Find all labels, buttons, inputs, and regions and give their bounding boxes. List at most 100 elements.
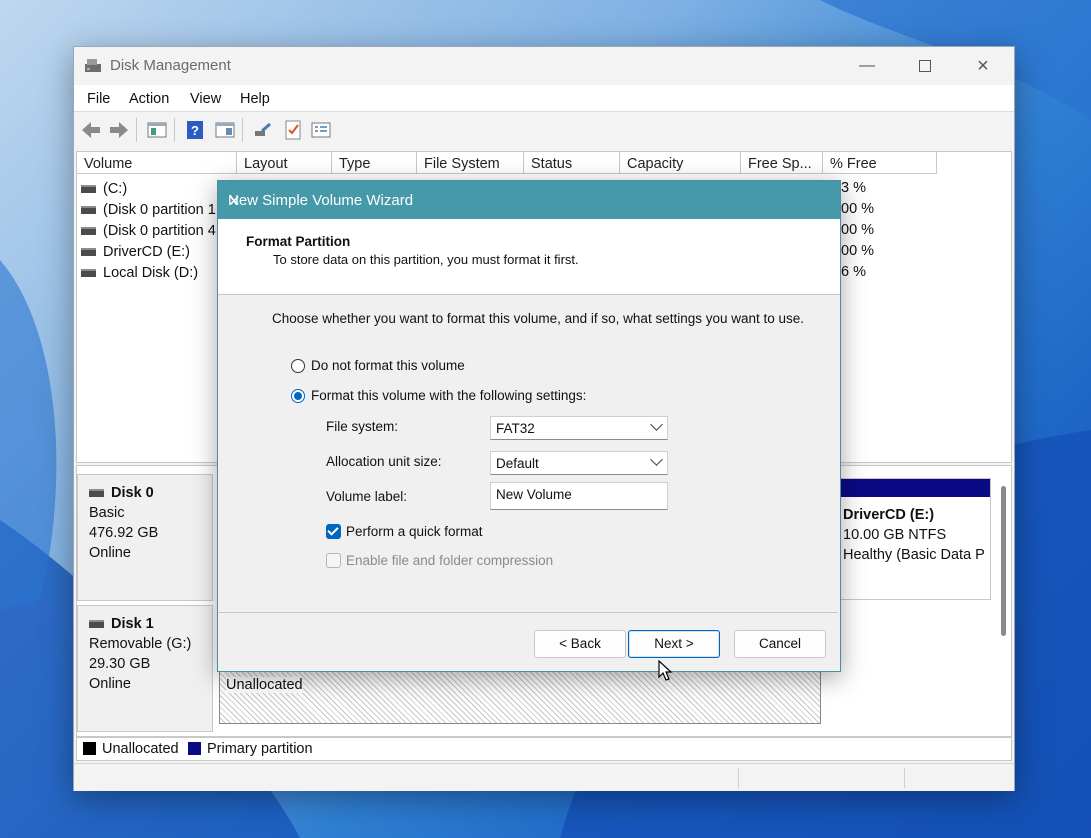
pct-free-cell: 3 % <box>841 180 866 196</box>
status-divider <box>904 768 905 788</box>
window-title: Disk Management <box>110 57 231 74</box>
checklist-icon[interactable] <box>282 119 304 141</box>
do-not-format-label[interactable]: Do not format this volume <box>311 358 465 373</box>
menu-file[interactable]: File <box>87 91 110 107</box>
dialog-subheading: To store data on this partition, you mus… <box>273 252 579 267</box>
compression-checkbox[interactable] <box>326 553 341 568</box>
volume-e-status: Healthy (Basic Data P <box>843 547 985 563</box>
drive-icon <box>81 205 96 214</box>
disk-state: Online <box>89 676 131 692</box>
title-bar[interactable]: Disk Management — × <box>74 47 1014 85</box>
svg-text:?: ? <box>191 123 199 138</box>
drive-icon <box>89 489 104 497</box>
minimize-button[interactable]: — <box>838 47 896 85</box>
close-button[interactable]: × <box>954 47 1012 85</box>
cancel-button[interactable]: Cancel <box>734 630 826 658</box>
volume-name: DriverCD (E:) <box>103 243 190 260</box>
column-header-file-system[interactable]: File System <box>417 152 524 174</box>
file-system-label: File system: <box>326 419 399 434</box>
toolbar-separator <box>242 118 243 142</box>
legend-label-unallocated: Unallocated <box>102 741 179 757</box>
column-header-free-space[interactable]: Free Sp... <box>741 152 823 174</box>
drive-icon <box>89 620 104 628</box>
volume-row[interactable]: Local Disk (D:) <box>81 262 198 283</box>
volume-e-name: DriverCD (E:) <box>843 507 935 523</box>
dialog-intro: Choose whether you want to format this v… <box>272 311 805 326</box>
volume-row[interactable]: (Disk 0 partition 1 <box>81 199 216 220</box>
menu-view[interactable]: View <box>190 91 221 107</box>
drive-icon <box>81 184 96 193</box>
help-icon[interactable]: ? <box>184 119 206 141</box>
column-header-volume[interactable]: Volume <box>77 152 237 174</box>
disk-0-info[interactable]: Disk 0 Basic 476.92 GB Online <box>77 474 213 601</box>
drive-icon <box>81 247 96 256</box>
column-header-type[interactable]: Type <box>332 152 417 174</box>
column-header-status[interactable]: Status <box>524 152 620 174</box>
forward-arrow-icon[interactable] <box>108 119 130 141</box>
scrollbar-thumb[interactable] <box>1001 486 1006 636</box>
legend: Unallocated Primary partition <box>76 737 1012 761</box>
legend-swatch-unallocated <box>83 742 96 755</box>
maximize-icon <box>919 60 931 72</box>
disk-name: Disk 1 <box>111 616 154 632</box>
dialog-header: Format Partition To store data on this p… <box>218 219 840 295</box>
menu-bar: File Action View Help <box>74 85 1014 111</box>
volume-row[interactable]: (Disk 0 partition 4 <box>81 220 216 241</box>
volume-label-value: New Volume <box>496 487 572 502</box>
file-system-select[interactable]: FAT32 <box>490 416 668 440</box>
pct-free-cell: 6 % <box>841 264 866 280</box>
chevron-down-icon <box>650 418 663 431</box>
disk-1-info[interactable]: Disk 1 Removable (G:) 29.30 GB Online <box>77 605 213 732</box>
back-arrow-icon[interactable] <box>80 119 102 141</box>
volume-label-input[interactable]: New Volume <box>490 482 668 510</box>
console-tree-icon[interactable] <box>146 119 168 141</box>
format-volume-radio[interactable] <box>291 389 305 403</box>
maximize-button[interactable] <box>896 47 954 85</box>
volume-e-block[interactable]: DriverCD (E:) 10.00 GB NTFS Healthy (Bas… <box>839 478 991 600</box>
format-volume-label[interactable]: Format this volume with the following se… <box>311 388 586 403</box>
connect-icon[interactable] <box>252 119 274 141</box>
close-icon[interactable]: ✕ <box>228 192 828 210</box>
menu-help[interactable]: Help <box>240 91 270 107</box>
next-button[interactable]: Next > <box>628 630 720 658</box>
disk-type: Removable (G:) <box>89 636 192 652</box>
show-pane-icon[interactable] <box>214 119 236 141</box>
volume-row[interactable]: DriverCD (E:) <box>81 241 190 262</box>
mouse-cursor-icon <box>658 660 673 681</box>
dialog-title-bar[interactable]: New Simple Volume Wizard ✕ <box>218 181 840 219</box>
volume-e-size: 10.00 GB NTFS <box>843 527 947 543</box>
disk-size: 476.92 GB <box>89 525 159 541</box>
pct-free-cell: 00 % <box>841 201 875 217</box>
volume-label-label: Volume label: <box>326 489 408 504</box>
properties-icon[interactable] <box>310 119 332 141</box>
toolbar-separator <box>174 118 175 142</box>
back-button[interactable]: < Back <box>534 630 626 658</box>
allocation-unit-select[interactable]: Default <box>490 451 668 475</box>
compression-label: Enable file and folder compression <box>346 553 554 568</box>
pct-free-cell: 00 % <box>841 243 875 259</box>
column-header-capacity[interactable]: Capacity <box>620 152 741 174</box>
pct-free-cell: 00 % <box>841 222 875 238</box>
close-icon: × <box>977 54 989 77</box>
volume-row[interactable]: (C:) <box>81 178 127 199</box>
do-not-format-radio[interactable] <box>291 359 305 373</box>
chevron-down-icon <box>650 453 663 466</box>
drive-icon <box>81 268 96 277</box>
column-header-pct-free[interactable]: % Free <box>823 152 937 174</box>
legend-label-primary: Primary partition <box>207 741 313 757</box>
primary-partition-bar <box>840 479 990 497</box>
drive-icon <box>81 226 96 235</box>
disk-size: 29.30 GB <box>89 656 151 672</box>
status-bar <box>74 763 1014 791</box>
volume-name: (Disk 0 partition 1 <box>103 201 216 218</box>
file-system-value: FAT32 <box>496 421 535 436</box>
quick-format-label[interactable]: Perform a quick format <box>346 524 483 539</box>
volume-name: (C:) <box>103 180 128 197</box>
quick-format-checkbox[interactable] <box>326 524 341 539</box>
disk-state: Online <box>89 545 131 561</box>
unallocated-block[interactable]: Unallocated <box>219 670 821 724</box>
toolbar: ? <box>74 111 1014 148</box>
volume-name: Local Disk (D:) <box>103 264 199 281</box>
column-header-layout[interactable]: Layout <box>237 152 332 174</box>
menu-action[interactable]: Action <box>129 91 169 107</box>
